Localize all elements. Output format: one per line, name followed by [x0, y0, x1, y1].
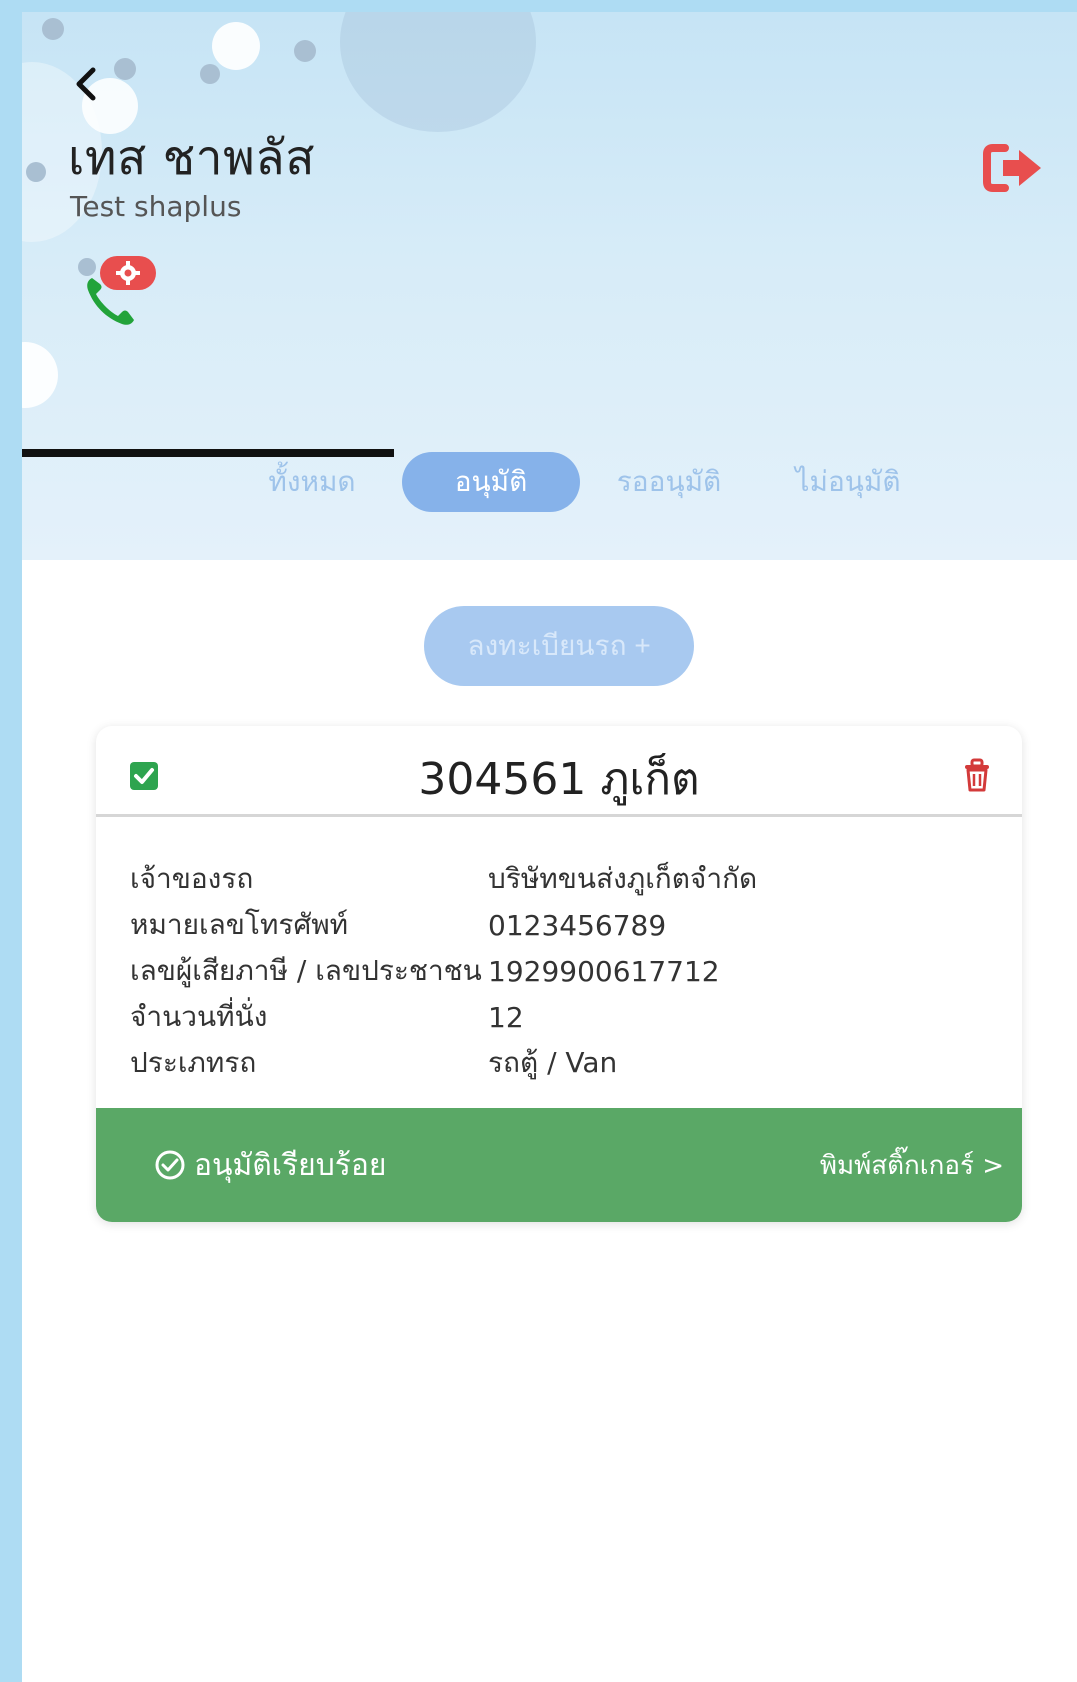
- tab-all[interactable]: ทั้งหมด: [222, 452, 402, 512]
- phone-settings-button[interactable]: [78, 252, 178, 332]
- decor-bubble: [42, 18, 64, 40]
- back-button[interactable]: [66, 64, 106, 104]
- detail-row-phone: หมายเลขโทรศัพท์ 0123456789: [130, 902, 1002, 948]
- detail-value: บริษัทขนส่งภูเก็ตจำกัด: [488, 862, 758, 895]
- detail-row-type: ประเภทรถ รถตู้ / Van: [130, 1040, 1002, 1086]
- logout-button[interactable]: [983, 142, 1045, 194]
- approval-status: อนุมัติเรียบร้อย: [154, 1142, 386, 1189]
- active-tab-indicator: [22, 449, 394, 457]
- approval-status-text: อนุมัติเรียบร้อย: [194, 1147, 387, 1183]
- app-screen: เทส ชาพลัส Test shaplus ทั้งหมด อนุมัติ …: [22, 12, 1077, 1682]
- trash-icon[interactable]: [962, 758, 992, 792]
- decor-bubble: [22, 342, 58, 408]
- detail-value: 0123456789: [488, 908, 667, 942]
- register-vehicle-button[interactable]: ลงทะเบียนรถ +: [424, 606, 694, 686]
- decor-bubble: [26, 162, 46, 182]
- profile-header: เทส ชาพลัส Test shaplus ทั้งหมด อนุมัติ …: [22, 12, 1077, 560]
- detail-value: 1929900617712: [488, 954, 720, 988]
- detail-value: 12: [488, 1000, 524, 1034]
- page-title: เทส ชาพลัส: [68, 130, 315, 186]
- logout-icon: [983, 144, 1041, 192]
- decor-bubble: [200, 64, 220, 84]
- detail-value: รถตู้ / Van: [488, 1046, 618, 1079]
- status-tabs: ทั้งหมด อนุมัติ รออนุมัติ ไม่อนุมัติ: [222, 452, 938, 512]
- detail-row-seats: จำนวนที่นั่ง 12: [130, 994, 1002, 1040]
- approval-footer: อนุมัติเรียบร้อย พิมพ์สติ๊กเกอร์ >: [96, 1108, 1022, 1222]
- tab-pending[interactable]: รออนุมัติ: [580, 452, 758, 512]
- gear-icon: [100, 256, 156, 290]
- tab-rejected[interactable]: ไม่อนุมัติ: [758, 452, 938, 512]
- detail-row-taxid: เลขผู้เสียภาษี / เลขประชาชน 192990061771…: [130, 948, 1002, 994]
- vehicle-card-header: 304561 ภูเก็ต: [96, 726, 1022, 817]
- detail-label: ประเภทรถ: [130, 1046, 257, 1079]
- decor-bubble: [212, 22, 260, 70]
- detail-row-owner: เจ้าของรถ บริษัทขนส่งภูเก็ตจำกัด: [130, 856, 1002, 902]
- vehicle-card: 304561 ภูเก็ต เจ้าของรถ บริษัทขนส่งภูเก็…: [96, 726, 1022, 1222]
- page-subtitle: Test shaplus: [70, 190, 242, 223]
- print-sticker-link[interactable]: พิมพ์สติ๊กเกอร์ >: [820, 1145, 1004, 1186]
- decor-bubble: [114, 58, 136, 80]
- detail-label: จำนวนที่นั่ง: [130, 1000, 268, 1033]
- chevron-left-icon: [76, 67, 96, 101]
- detail-label: หมายเลขโทรศัพท์: [130, 908, 349, 941]
- detail-label: เจ้าของรถ: [130, 862, 254, 895]
- decor-bubble: [340, 12, 536, 132]
- check-circle-icon: [155, 1150, 185, 1180]
- vehicle-details: เจ้าของรถ บริษัทขนส่งภูเก็ตจำกัด หมายเลข…: [130, 856, 1002, 1086]
- decor-bubble: [294, 40, 316, 62]
- detail-label: เลขผู้เสียภาษี / เลขประชาชน: [130, 954, 482, 987]
- vehicle-plate: 304561 ภูเก็ต: [418, 754, 700, 805]
- tab-approved[interactable]: อนุมัติ: [402, 452, 580, 512]
